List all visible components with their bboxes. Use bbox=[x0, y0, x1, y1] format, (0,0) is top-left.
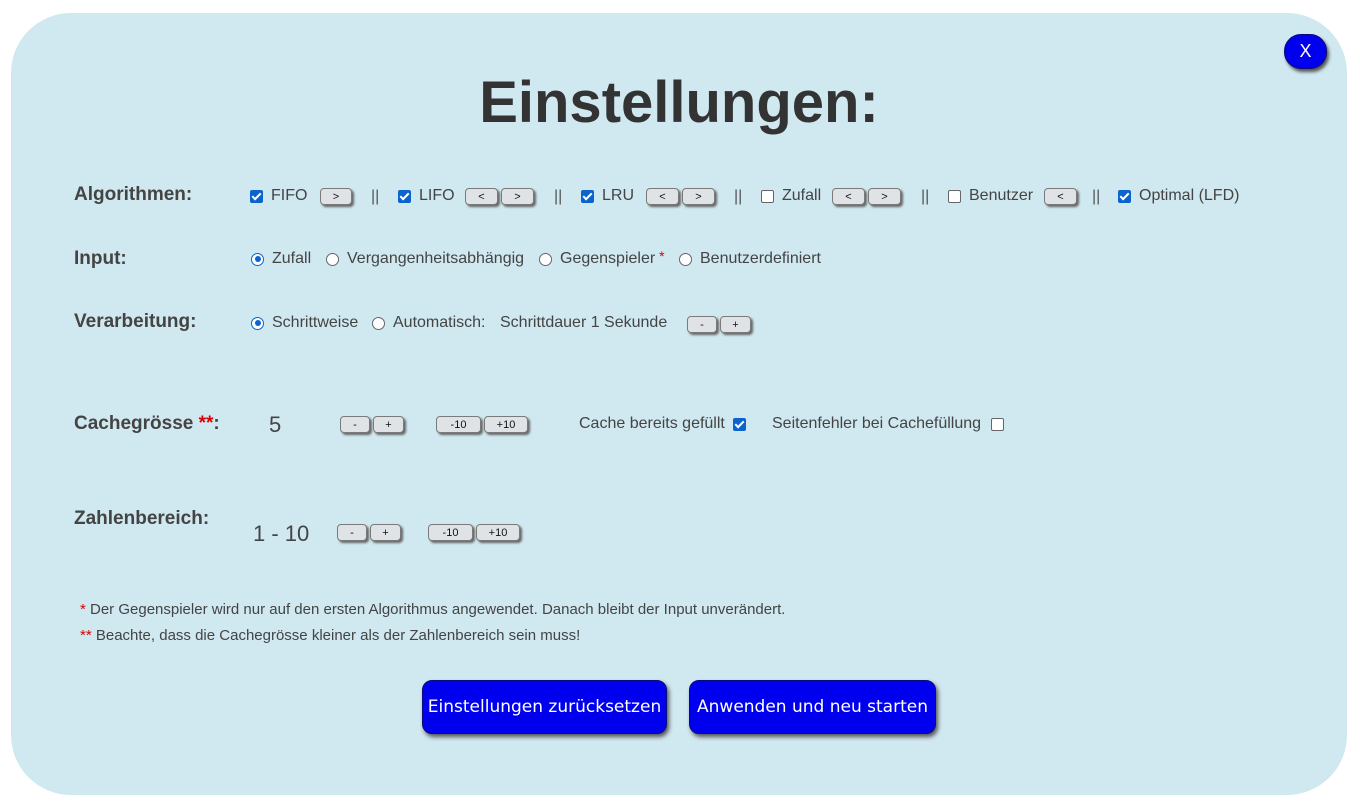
cache-prefilled-label: Cache bereits gefüllt bbox=[579, 415, 725, 432]
algorithm-lru[interactable]: LRU bbox=[581, 187, 634, 205]
cache-minus-button[interactable]: - bbox=[340, 416, 370, 433]
zufall-move-right-button[interactable]: > bbox=[868, 188, 901, 205]
footnote-opponent: * Der Gegenspieler wird nur auf den erst… bbox=[80, 601, 785, 618]
page-fault-checkbox[interactable] bbox=[991, 417, 1005, 431]
zufall-checkbox[interactable] bbox=[761, 189, 774, 203]
benutzer-move-left-button[interactable]: < bbox=[1044, 188, 1077, 205]
processing-option-label: Automatisch: bbox=[393, 314, 486, 331]
algorithm-fifo[interactable]: FIFO bbox=[250, 187, 307, 205]
required-marker: * bbox=[659, 248, 665, 264]
footnote-cache-size: ** Beachte, dass die Cachegrösse kleiner… bbox=[80, 627, 580, 644]
reset-settings-button[interactable]: Einstellungen zurücksetzen bbox=[422, 680, 667, 734]
page-fault-option[interactable]: Seitenfehler bei Cachefüllung bbox=[772, 415, 1005, 433]
algorithms-label: Algorithmen: bbox=[74, 184, 193, 205]
step-duration-minus-button[interactable]: - bbox=[687, 316, 717, 333]
page-fault-label: Seitenfehler bei Cachefüllung bbox=[772, 415, 982, 432]
lifo-label: LIFO bbox=[419, 187, 455, 204]
settings-dialog: X Einstellungen: Algorithmen: FIFO > || … bbox=[11, 13, 1347, 795]
input-option-vergangenheit[interactable]: Vergangenheitsabhängig bbox=[326, 250, 524, 268]
lifo-checkbox[interactable] bbox=[398, 189, 411, 203]
cache-prefilled-option[interactable]: Cache bereits gefüllt bbox=[579, 415, 746, 433]
footnote-marker: ** bbox=[80, 627, 92, 644]
cache-size-value: 5 bbox=[269, 412, 282, 437]
input-option-gegenspieler[interactable]: Gegenspieler * bbox=[539, 248, 665, 268]
range-minus10-button[interactable]: -10 bbox=[428, 524, 473, 541]
optimal-checkbox[interactable] bbox=[1118, 189, 1131, 203]
separator: || bbox=[371, 188, 380, 205]
lru-checkbox[interactable] bbox=[581, 189, 594, 203]
processing-option-automatic[interactable]: Automatisch: bbox=[372, 314, 485, 332]
algorithm-optimal[interactable]: Optimal (LFD) bbox=[1118, 187, 1239, 205]
separator: || bbox=[921, 188, 930, 205]
number-range-value: 1 - 10 bbox=[253, 521, 310, 546]
separator: || bbox=[554, 188, 563, 205]
processing-option-stepwise[interactable]: Schrittweise bbox=[251, 314, 358, 332]
cache-size-label-text: Cachegrösse bbox=[74, 413, 194, 434]
dialog-title: Einstellungen: bbox=[479, 70, 879, 135]
stepwise-radio[interactable] bbox=[251, 316, 264, 330]
footnote-text: Beachte, dass die Cachegrösse kleiner al… bbox=[91, 627, 581, 644]
lru-move-right-button[interactable]: > bbox=[682, 188, 715, 205]
fifo-move-right-button[interactable]: > bbox=[320, 188, 352, 205]
cache-minus10-button[interactable]: -10 bbox=[436, 416, 481, 433]
cache-plus10-button[interactable]: +10 bbox=[484, 416, 528, 433]
zufall-radio[interactable] bbox=[251, 252, 264, 266]
vergangenheit-radio[interactable] bbox=[326, 252, 339, 266]
algorithm-zufall[interactable]: Zufall bbox=[761, 187, 821, 205]
apply-and-restart-button[interactable]: Anwenden und neu starten bbox=[689, 680, 936, 734]
input-option-zufall[interactable]: Zufall bbox=[251, 250, 311, 268]
benutzer-checkbox[interactable] bbox=[948, 189, 961, 203]
gegenspieler-radio[interactable] bbox=[539, 252, 552, 266]
cache-size-label-colon: : bbox=[213, 413, 220, 434]
required-marker: ** bbox=[198, 413, 214, 434]
lifo-move-left-button[interactable]: < bbox=[465, 188, 498, 205]
benutzerdefiniert-radio[interactable] bbox=[679, 252, 692, 266]
input-option-benutzerdefiniert[interactable]: Benutzerdefiniert bbox=[679, 250, 821, 268]
lru-label: LRU bbox=[602, 187, 635, 204]
automatic-radio[interactable] bbox=[372, 316, 385, 330]
zufall-label: Zufall bbox=[782, 187, 822, 204]
number-range-label: Zahlenbereich: bbox=[74, 508, 210, 529]
cache-size-label: Cachegrösse **: bbox=[74, 413, 220, 435]
algorithm-lifo[interactable]: LIFO bbox=[398, 187, 455, 205]
zufall-move-left-button[interactable]: < bbox=[832, 188, 865, 205]
input-option-label: Zufall bbox=[272, 250, 312, 267]
processing-label: Verarbeitung: bbox=[74, 311, 197, 332]
algorithm-benutzer[interactable]: Benutzer bbox=[948, 187, 1033, 205]
cache-prefilled-checkbox[interactable] bbox=[732, 417, 746, 431]
range-plus10-button[interactable]: +10 bbox=[476, 524, 520, 541]
separator: || bbox=[1092, 188, 1101, 205]
lifo-move-right-button[interactable]: > bbox=[501, 188, 534, 205]
benutzer-label: Benutzer bbox=[969, 187, 1034, 204]
footnote-text: Der Gegenspieler wird nur auf den ersten… bbox=[85, 601, 786, 618]
step-duration-text: Schrittdauer 1 Sekunde bbox=[500, 314, 668, 331]
close-button[interactable]: X bbox=[1284, 34, 1327, 69]
input-option-label: Vergangenheitsabhängig bbox=[347, 250, 525, 267]
step-duration-plus-button[interactable]: + bbox=[720, 316, 751, 333]
range-minus-button[interactable]: - bbox=[337, 524, 367, 541]
lru-move-left-button[interactable]: < bbox=[646, 188, 679, 205]
separator: || bbox=[734, 188, 743, 205]
processing-option-label: Schrittweise bbox=[272, 314, 359, 331]
fifo-checkbox[interactable] bbox=[250, 189, 263, 203]
cache-plus-button[interactable]: + bbox=[373, 416, 404, 433]
input-option-label: Benutzerdefiniert bbox=[700, 250, 821, 267]
input-option-label: Gegenspieler bbox=[560, 250, 656, 267]
optimal-label: Optimal (LFD) bbox=[1139, 187, 1240, 204]
range-plus-button[interactable]: + bbox=[370, 524, 401, 541]
input-label: Input: bbox=[74, 248, 127, 269]
fifo-label: FIFO bbox=[271, 187, 308, 204]
